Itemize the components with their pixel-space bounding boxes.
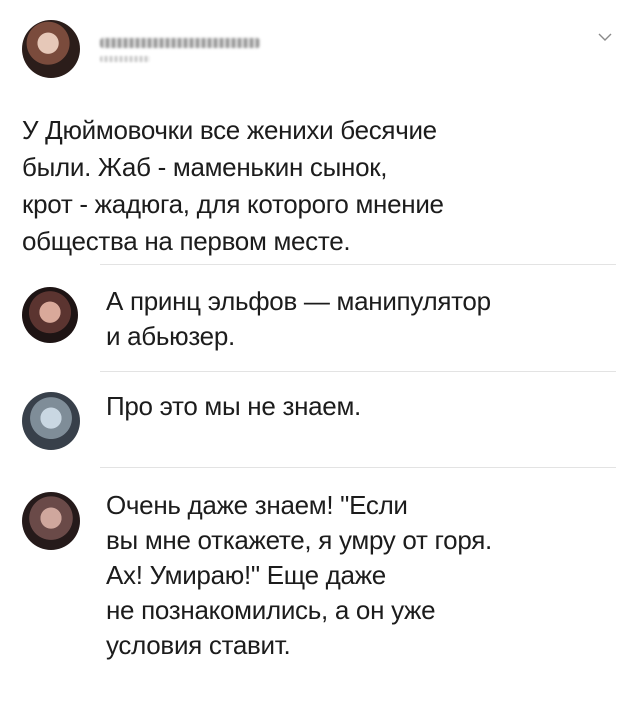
reply-text: Про это мы не знаем. bbox=[106, 391, 361, 421]
author-name-blurred[interactable] bbox=[100, 38, 260, 48]
reply-text: Очень даже знаем! "Если вы мне откажете,… bbox=[106, 490, 492, 660]
post-text: У Дюймовочки все женихи бесячие были. Жа… bbox=[22, 115, 444, 256]
reply-avatar[interactable] bbox=[22, 287, 78, 343]
reply-avatar[interactable] bbox=[22, 492, 80, 550]
reply-avatar[interactable] bbox=[22, 392, 80, 450]
chevron-down-icon[interactable] bbox=[598, 30, 612, 44]
post-header bbox=[22, 18, 622, 82]
reply-text: А принц эльфов — манипулятор и абьюзер. bbox=[106, 286, 491, 351]
author-handle-blurred bbox=[100, 56, 150, 62]
author-avatar[interactable] bbox=[22, 20, 80, 78]
divider bbox=[100, 371, 616, 372]
divider bbox=[100, 467, 616, 468]
divider bbox=[100, 264, 616, 265]
